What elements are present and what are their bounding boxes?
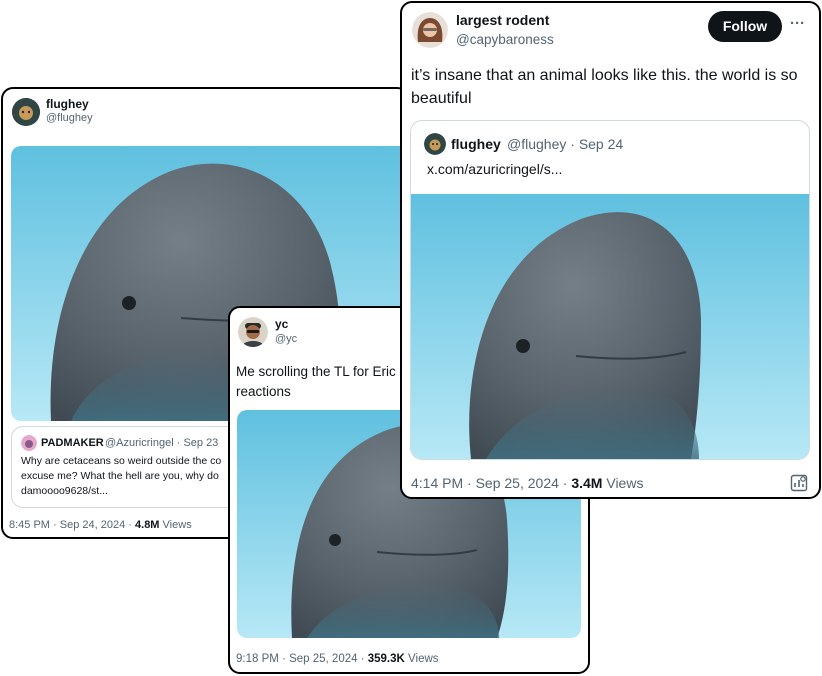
avatar[interactable] bbox=[424, 133, 446, 155]
separator: · bbox=[360, 653, 365, 665]
tweet-metadata: 9:18 PM · Sep 25, 2024 · 359.3K Views bbox=[236, 653, 439, 665]
tweet-card-right[interactable]: largest rodent @capybaroness Follow ··· … bbox=[400, 1, 821, 499]
author-handle[interactable]: @yc bbox=[275, 333, 297, 345]
tweet-date[interactable]: Sep 25, 2024 bbox=[289, 653, 357, 665]
author-handle[interactable]: @capybaroness bbox=[456, 32, 554, 47]
tweet-time[interactable]: 4:14 PM bbox=[411, 475, 463, 491]
tweet-metadata: 8:45 PM · Sep 24, 2024 · 4.8M Views bbox=[9, 519, 192, 531]
quote-author-handle[interactable]: @Azuricringel bbox=[105, 437, 174, 449]
quoted-tweet[interactable]: flughey @flughey · Sep 24 x.com/azuricri… bbox=[410, 120, 810, 460]
separator: · bbox=[467, 475, 472, 491]
separator: · bbox=[562, 475, 568, 491]
quote-date[interactable]: Sep 23 bbox=[183, 437, 218, 449]
author-name[interactable]: largest rodent bbox=[456, 12, 549, 28]
views-count: 4.8M bbox=[135, 519, 160, 531]
follow-button[interactable]: Follow bbox=[708, 11, 782, 42]
views-count: 3.4M bbox=[571, 475, 603, 491]
quote-text: Why are cetaceans so weird outside the c… bbox=[21, 455, 222, 497]
beluga-photo[interactable] bbox=[411, 194, 809, 459]
avatar[interactable] bbox=[12, 98, 40, 126]
avatar[interactable] bbox=[412, 12, 448, 48]
separator: · bbox=[282, 653, 286, 665]
quote-date[interactable]: Sep 24 bbox=[579, 136, 623, 152]
tweet-time[interactable]: 9:18 PM bbox=[236, 653, 279, 665]
views-count: 359.3K bbox=[367, 653, 405, 665]
tweet-date[interactable]: Sep 24, 2024 bbox=[60, 519, 125, 531]
tweet-time[interactable]: 8:45 PM bbox=[9, 519, 50, 531]
avatar[interactable] bbox=[21, 435, 37, 451]
separator: · bbox=[570, 136, 575, 152]
tweet-date[interactable]: Sep 25, 2024 bbox=[476, 475, 559, 491]
author-name[interactable]: flughey bbox=[46, 97, 89, 111]
quote-link[interactable]: x.com/azuricringel/s... bbox=[427, 161, 562, 177]
analytics-icon[interactable] bbox=[790, 474, 808, 492]
quote-author-handle[interactable]: @flughey bbox=[507, 136, 566, 152]
avatar[interactable] bbox=[238, 317, 268, 347]
author-handle[interactable]: @flughey bbox=[46, 112, 93, 124]
quote-author-name[interactable]: PADMAKER bbox=[41, 437, 104, 449]
more-options-icon[interactable]: ··· bbox=[790, 15, 805, 32]
separator: · bbox=[128, 519, 132, 531]
views-label: Views bbox=[162, 519, 192, 531]
separator: · bbox=[176, 437, 181, 449]
separator: · bbox=[53, 519, 57, 531]
author-name[interactable]: yc bbox=[275, 317, 288, 331]
views-label: Views bbox=[606, 475, 644, 491]
quote-meta: @flughey · Sep 24 bbox=[507, 136, 623, 152]
quote-meta: @Azuricringel · Sep 23 bbox=[105, 437, 218, 449]
quote-author-name[interactable]: flughey bbox=[451, 136, 501, 152]
views-label: Views bbox=[408, 653, 439, 665]
tweet-metadata: 4:14 PM · Sep 25, 2024 · 3.4M Views bbox=[411, 475, 643, 491]
tweet-text: it’s insane that an animal looks like th… bbox=[411, 67, 798, 107]
